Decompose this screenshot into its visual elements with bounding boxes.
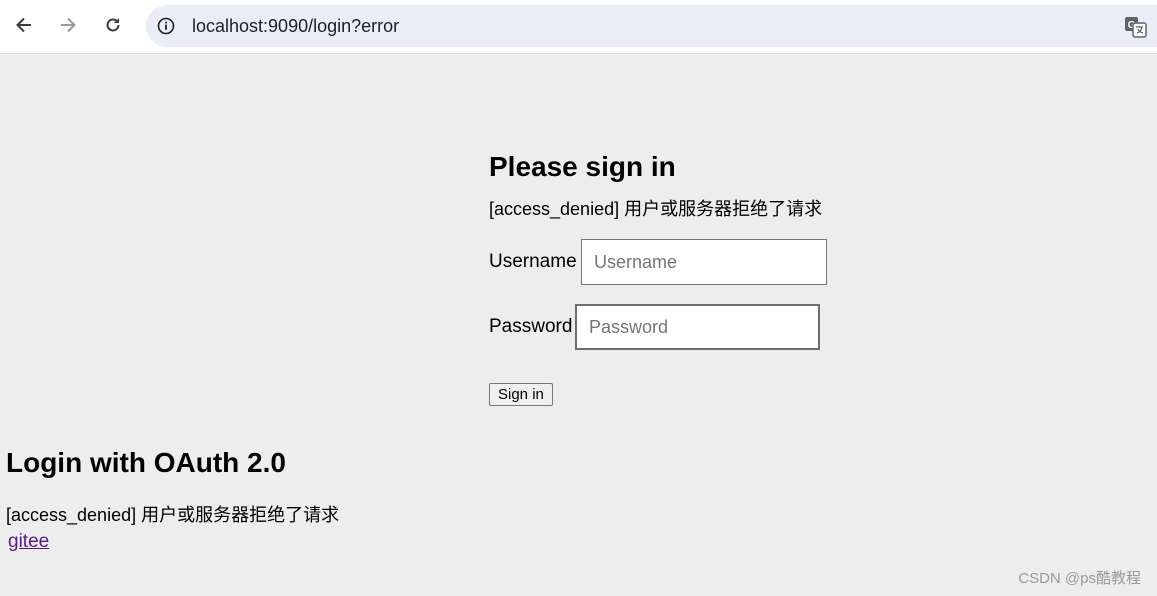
gitee-login-link[interactable]: gitee bbox=[8, 530, 49, 554]
address-bar[interactable]: localhost:9090/login?error G bbox=[146, 5, 1157, 47]
url-text[interactable]: localhost:9090/login?error bbox=[192, 16, 399, 36]
translate-icon: G bbox=[1125, 17, 1147, 38]
arrow-right-icon bbox=[61, 17, 76, 33]
oauth-section: Login with OAuth 2.0 [access_denied] 用户或… bbox=[6, 445, 339, 552]
password-label: Password bbox=[489, 316, 573, 337]
browser-toolbar: localhost:9090/login?error G bbox=[0, 0, 1157, 54]
password-input[interactable] bbox=[575, 304, 820, 350]
translate-button[interactable]: G bbox=[1124, 15, 1148, 39]
signin-title: Please sign in bbox=[489, 151, 676, 182]
username-input[interactable] bbox=[581, 239, 827, 285]
info-icon bbox=[157, 17, 175, 35]
page-content: Please sign in [access_denied] 用户或服务器拒绝了… bbox=[0, 55, 1157, 596]
reload-button[interactable] bbox=[98, 10, 128, 40]
site-info-button[interactable] bbox=[156, 16, 176, 36]
watermark: CSDN @ps酷教程 bbox=[1018, 570, 1141, 587]
back-button[interactable] bbox=[9, 10, 39, 40]
username-label: Username bbox=[489, 251, 577, 272]
sign-in-button[interactable]: Sign in bbox=[489, 383, 553, 406]
reload-icon bbox=[106, 18, 120, 32]
oauth-error-message: [access_denied] 用户或服务器拒绝了请求 bbox=[6, 505, 340, 525]
oauth-title: Login with OAuth 2.0 bbox=[6, 447, 286, 478]
signin-error-message: [access_denied] 用户或服务器拒绝了请求 bbox=[489, 199, 823, 219]
signin-form: Please sign in [access_denied] 用户或服务器拒绝了… bbox=[489, 149, 909, 406]
arrow-left-icon bbox=[16, 17, 31, 33]
forward-button[interactable] bbox=[53, 10, 83, 40]
